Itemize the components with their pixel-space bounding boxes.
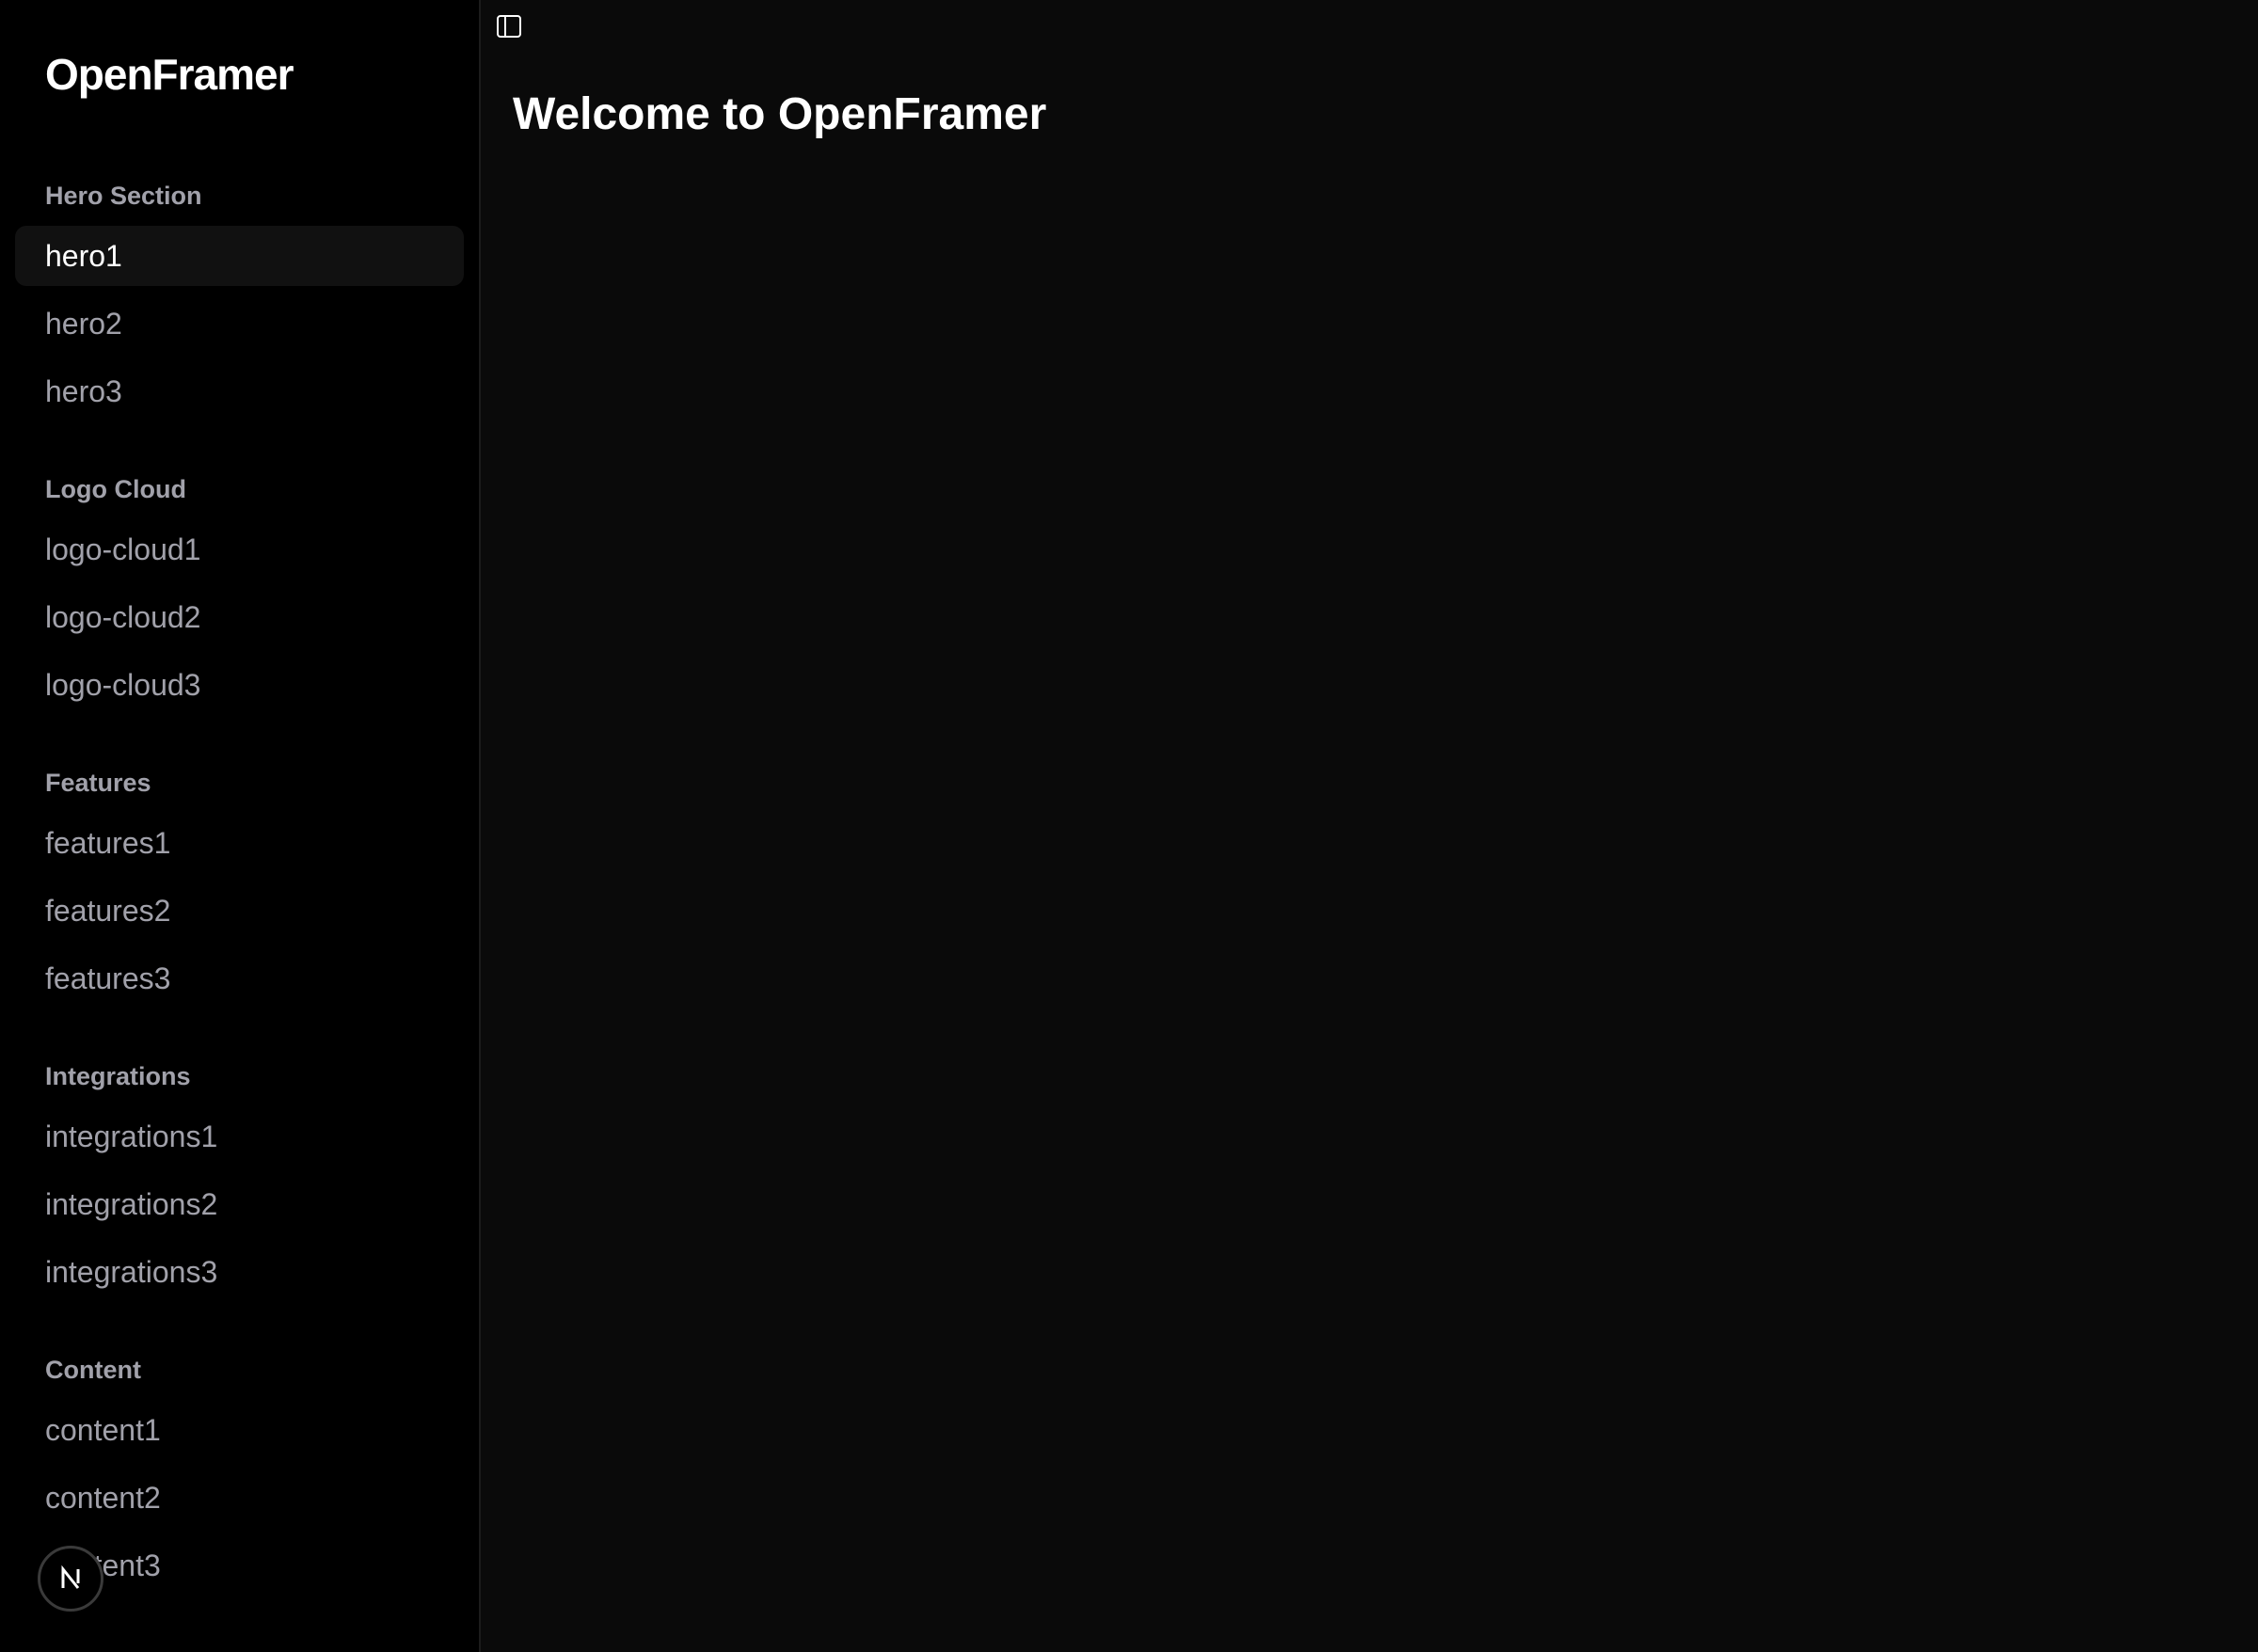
sidebar: OpenFramer Hero Section hero1 hero2 hero… xyxy=(0,0,481,1652)
nav-group-title: Integrations xyxy=(45,1062,191,1090)
nav-group-logo-cloud: Logo Cloud logo-cloud1 logo-cloud2 logo-… xyxy=(0,467,479,715)
nav-group-title: Features xyxy=(45,769,151,797)
nav-group-integrations: Integrations integrations1 integrations2… xyxy=(0,1054,479,1302)
sidebar-item-logo-cloud3[interactable]: logo-cloud3 xyxy=(15,655,464,715)
sidebar-toggle-button[interactable] xyxy=(494,11,524,41)
app-logo[interactable]: OpenFramer xyxy=(45,49,294,100)
sidebar-item-hero3[interactable]: hero3 xyxy=(15,361,464,421)
sidebar-item-features1[interactable]: features1 xyxy=(15,813,464,873)
nav-group-features: Features features1 features2 features3 xyxy=(0,760,479,1009)
sidebar-item-features2[interactable]: features2 xyxy=(15,881,464,941)
nav-group-hero-section: Hero Section hero1 hero2 hero3 xyxy=(0,173,479,421)
nav-group-title: Logo Cloud xyxy=(45,475,186,503)
sidebar-item-features3[interactable]: features3 xyxy=(15,948,464,1009)
sidebar-nav: Hero Section hero1 hero2 hero3 Logo Clou… xyxy=(0,173,479,1641)
sidebar-item-content1[interactable]: content1 xyxy=(15,1400,464,1460)
sidebar-item-integrations2[interactable]: integrations2 xyxy=(15,1174,464,1234)
sidebar-item-integrations3[interactable]: integrations3 xyxy=(15,1242,464,1302)
sidebar-item-hero1[interactable]: hero1 xyxy=(15,226,464,286)
nextjs-logo-icon xyxy=(61,1565,80,1589)
sidebar-item-logo-cloud1[interactable]: logo-cloud1 xyxy=(15,519,464,580)
sidebar-item-logo-cloud2[interactable]: logo-cloud2 xyxy=(15,587,464,647)
sidebar-item-content2[interactable]: content2 xyxy=(15,1468,464,1528)
nav-group-title: Content xyxy=(45,1356,141,1384)
nav-group-title: Hero Section xyxy=(45,182,202,210)
main-content: Welcome to OpenFramer xyxy=(481,0,2258,1652)
sidebar-toggle-icon xyxy=(497,15,521,38)
nextjs-dev-badge[interactable] xyxy=(38,1546,103,1612)
sidebar-item-integrations1[interactable]: integrations1 xyxy=(15,1106,464,1167)
page-title: Welcome to OpenFramer xyxy=(513,89,1047,139)
sidebar-item-hero2[interactable]: hero2 xyxy=(15,294,464,354)
